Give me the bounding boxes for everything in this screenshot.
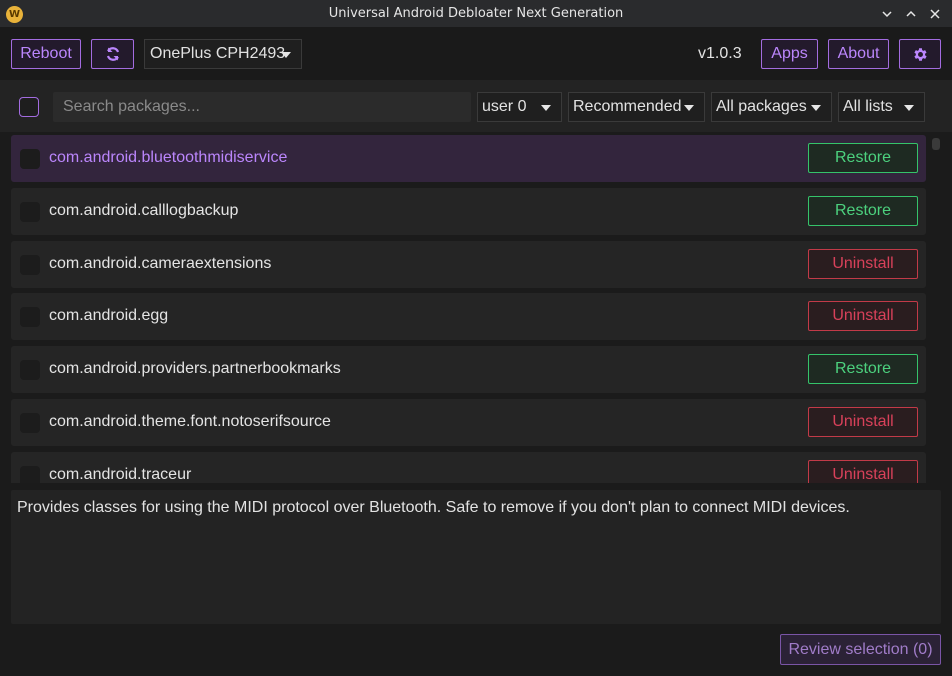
package-row[interactable]: com.android.calllogbackup Restore	[11, 188, 926, 235]
list-select-value: All lists	[843, 98, 893, 115]
settings-button[interactable]	[899, 39, 941, 69]
user-select[interactable]: user 0	[477, 92, 562, 122]
close-icon	[930, 9, 940, 19]
package-row[interactable]: com.android.bluetoothmidiservice Restore	[11, 135, 926, 182]
package-name: com.android.egg	[49, 307, 169, 324]
package-checkbox[interactable]	[20, 202, 40, 222]
restore-button[interactable]: Restore	[808, 196, 918, 226]
chevron-down-icon	[281, 52, 291, 58]
removal-select-value: Recommended	[573, 98, 682, 115]
package-state-select[interactable]: All packages	[711, 92, 832, 122]
package-checkbox[interactable]	[20, 307, 40, 327]
gear-icon	[913, 47, 927, 61]
about-button[interactable]: About	[828, 39, 889, 69]
device-select[interactable]: OnePlus CPH2493	[144, 39, 302, 69]
restore-button[interactable]: Restore	[808, 354, 918, 384]
package-row[interactable]: com.android.traceur Uninstall	[11, 452, 926, 483]
package-name: com.android.providers.partnerbookmarks	[49, 360, 341, 377]
package-checkbox[interactable]	[20, 255, 40, 275]
user-select-value: user 0	[482, 98, 527, 115]
top-toolbar: Reboot OnePlus CPH2493 v1.0.3 Apps About	[0, 28, 952, 80]
refresh-icon	[106, 47, 119, 61]
package-description: Provides classes for using the MIDI prot…	[11, 490, 941, 624]
package-checkbox[interactable]	[20, 149, 40, 169]
select-all-checkbox[interactable]	[19, 97, 39, 117]
list-scrollbar[interactable]	[932, 138, 940, 150]
chevron-down-icon	[904, 105, 914, 111]
package-list: com.android.bluetoothmidiservice Restore…	[0, 132, 952, 483]
package-state-select-value: All packages	[716, 98, 807, 115]
chevron-down-icon	[811, 105, 821, 111]
package-name: com.android.bluetoothmidiservice	[49, 149, 288, 166]
removal-select[interactable]: Recommended	[568, 92, 705, 122]
window-title: Universal Android Debloater Next Generat…	[328, 6, 624, 21]
uninstall-button[interactable]: Uninstall	[808, 249, 918, 279]
device-select-value: OnePlus CPH2493	[150, 45, 286, 62]
uninstall-button[interactable]: Uninstall	[808, 301, 918, 331]
package-checkbox[interactable]	[20, 466, 40, 483]
version-label: v1.0.3	[698, 45, 742, 62]
chevron-down-icon	[541, 105, 551, 111]
package-name: com.android.traceur	[49, 466, 192, 483]
package-name: com.android.cameraextensions	[49, 255, 272, 272]
package-name: com.android.theme.font.notoserifsource	[49, 413, 331, 430]
uninstall-button[interactable]: Uninstall	[808, 460, 918, 483]
package-row[interactable]: com.android.theme.font.notoserifsource U…	[11, 399, 926, 446]
package-name: com.android.calllogbackup	[49, 202, 239, 219]
chevron-up-icon	[906, 10, 916, 17]
package-checkbox[interactable]	[20, 413, 40, 433]
reboot-button[interactable]: Reboot	[11, 39, 81, 69]
title-bar: W Universal Android Debloater Next Gener…	[0, 0, 952, 28]
refresh-button[interactable]	[91, 39, 134, 69]
filter-bar: user 0 Recommended All packages All list…	[0, 80, 952, 132]
review-selection-button[interactable]: Review selection (0)	[780, 634, 941, 665]
chevron-down-icon	[684, 105, 694, 111]
package-checkbox[interactable]	[20, 360, 40, 380]
package-row[interactable]: com.android.providers.partnerbookmarks R…	[11, 346, 926, 393]
chevron-down-icon	[882, 11, 892, 18]
list-select[interactable]: All lists	[838, 92, 925, 122]
apps-button[interactable]: Apps	[761, 39, 818, 69]
search-input[interactable]	[53, 92, 471, 122]
package-row[interactable]: com.android.egg Uninstall	[11, 293, 926, 340]
uninstall-button[interactable]: Uninstall	[808, 407, 918, 437]
minimize-button[interactable]	[878, 5, 896, 23]
restore-button[interactable]: Restore	[808, 143, 918, 173]
maximize-button[interactable]	[902, 5, 920, 23]
close-button[interactable]	[926, 5, 944, 23]
package-row[interactable]: com.android.cameraextensions Uninstall	[11, 241, 926, 288]
